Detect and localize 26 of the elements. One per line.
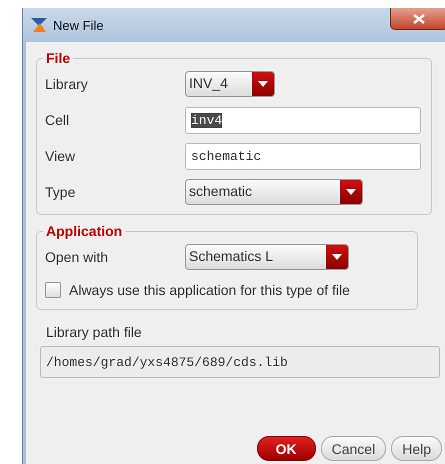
dropdown[interactable]: schematic (185, 179, 363, 205)
close-button[interactable] (390, 8, 445, 30)
caret-icon (332, 254, 342, 260)
group-title: Application (45, 223, 124, 239)
path-field[interactable]: /homes/grad/yxs4875/689/cds.lib (40, 346, 440, 378)
window-title: New File (53, 18, 104, 32)
dialog-button[interactable]: Help (391, 436, 442, 461)
field-label: Cell (45, 112, 70, 128)
field-label: View (45, 148, 76, 164)
field-label: Library path file (46, 324, 143, 340)
caret-icon (258, 81, 268, 87)
checkbox[interactable] (45, 282, 61, 298)
dialog-button[interactable]: OK (256, 436, 316, 461)
app-icon (31, 18, 47, 32)
checkbox-label: Always use this application for this type of file (69, 282, 350, 298)
field-label: Library (45, 76, 89, 92)
field-label: Type (45, 184, 76, 200)
dropdown[interactable]: INV_4 (185, 71, 275, 97)
group-title: File (45, 50, 72, 66)
dropdown[interactable]: Schematics L (185, 244, 349, 270)
input-field[interactable]: schematic (185, 142, 421, 170)
close-icon (413, 14, 425, 24)
input-field[interactable]: inv4 (185, 106, 421, 134)
field-label: Open with (45, 249, 110, 265)
caret-icon (346, 189, 356, 195)
dialog-button[interactable]: Cancel (320, 436, 386, 461)
